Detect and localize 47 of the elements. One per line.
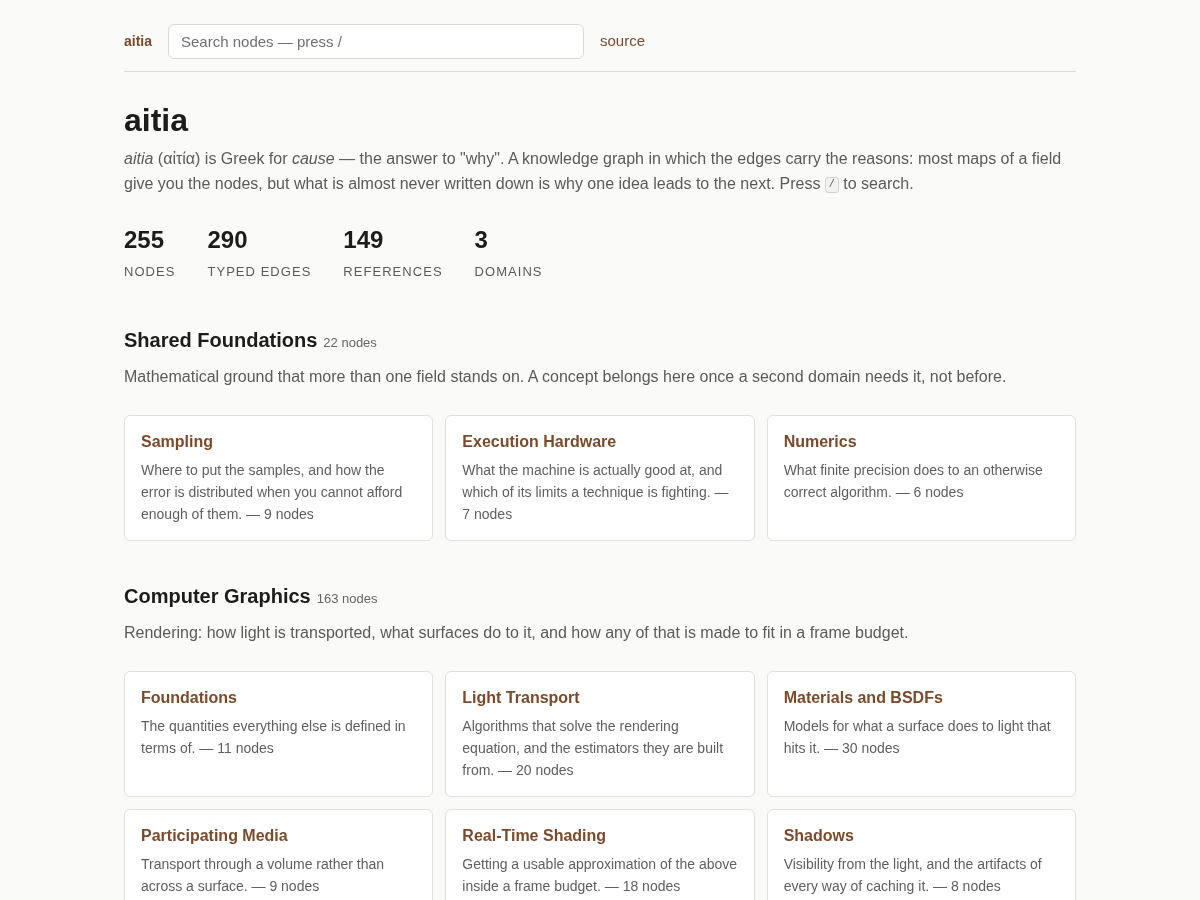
stat-label: REFERENCES: [343, 263, 443, 281]
card-title: Execution Hardware: [462, 432, 618, 452]
search-field[interactable]: Search nodes — press /: [168, 24, 584, 59]
stat-label: TYPED EDGES: [207, 263, 312, 281]
intro-text: aitia (αἰτία) is Greek for cause — the answer to "why". A knowledge graph in which the edges carry the reasons: most maps of a field give you the nodes, but what is almost never written down is why one idea leads to the next. Press / to search.: [124, 149, 1063, 195]
node-count: 22 nodes: [323, 334, 377, 352]
key-hint: /: [824, 176, 839, 193]
domain-card[interactable]: Materials and BSDFs Models for what a surface does to light that hits it. — 30 nodes: [766, 671, 1076, 797]
stat-value: 3: [474, 225, 489, 255]
card-title: Shadows: [783, 826, 855, 846]
card-title: Foundations: [141, 688, 238, 708]
domain-card[interactable]: Shadows Visibility from the light, and the artifacts of every way of caching it. — 8 nodes: [766, 809, 1076, 900]
page-title: aitia: [124, 101, 190, 140]
stat-value: 149: [343, 225, 385, 255]
domain-card[interactable]: Sampling Where to put the samples, and how the error is distributed when you cannot afford enough of them. — 9 nodes: [124, 415, 434, 541]
card-description: What finite precision does to an otherwise correct algorithm. — 6 nodes: [783, 461, 1044, 502]
card-description: Models for what a surface does to light that hits it. — 30 nodes: [783, 717, 1052, 758]
card-title: Real-Time Shading: [462, 826, 608, 846]
section-title: Shared Foundations: [124, 328, 318, 353]
section-description: Rendering: how light is transported, what surfaces do to it, and how any of that is made to fit in a frame budget.: [124, 623, 910, 643]
card-title: Sampling: [141, 432, 214, 452]
card-description: The quantities everything else is defined in terms of. — 11 nodes: [141, 717, 407, 758]
card-description: Getting a usable approximation of the above inside a frame budget. — 18 nodes: [462, 855, 738, 896]
section-description: Mathematical ground that more than one field stands on. A concept belongs here once a second domain needs it, not before.: [124, 367, 1008, 387]
card-title: Participating Media: [141, 826, 289, 846]
domain-card[interactable]: Real-Time Shading Getting a usable approximation of the above inside a frame budget. — 18 nodes: [445, 809, 755, 900]
card-description: Transport through a volume rather than across a surface. — 9 nodes: [141, 855, 386, 896]
card-title: Light Transport: [462, 688, 581, 708]
card-description: Algorithms that solve the rendering equation, and the estimators they are built from. — 20 nodes: [462, 717, 725, 780]
domain-card[interactable]: Numerics What finite precision does to an otherwise correct algorithm. — 6 nodes: [766, 415, 1076, 541]
card-title: Numerics: [783, 432, 858, 452]
card-description: What the machine is actually good at, and which of its limits a technique is fighting. — 7 nodes: [462, 461, 730, 524]
source-link[interactable]: source: [600, 30, 646, 53]
domain-card[interactable]: Participating Media Transport through a volume rather than across a surface. — 9 nodes: [124, 809, 434, 900]
card-title: Materials and BSDFs: [783, 688, 944, 708]
domain-card[interactable]: Light Transport Algorithms that solve the rendering equation, and the estimators they are built from. — 20 nodes: [445, 671, 755, 797]
stat-value: 290: [207, 225, 249, 255]
stat-value: 255: [124, 225, 166, 255]
domain-card[interactable]: Foundations The quantities everything else is defined in terms of. — 11 nodes: [124, 671, 434, 797]
domain-card[interactable]: Execution Hardware What the machine is actually good at, and which of its limits a technique is fighting. — 7 nodes: [445, 415, 755, 541]
stat-label: DOMAINS: [474, 263, 543, 281]
card-description: Visibility from the light, and the artifacts of every way of caching it. — 8 nodes: [783, 855, 1043, 896]
card-description: Where to put the samples, and how the error is distributed when you cannot afford enough of them. — 9 nodes: [141, 461, 404, 524]
node-count: 163 nodes: [316, 590, 378, 608]
stat-label: NODES: [124, 263, 176, 281]
brand-link[interactable]: aitia: [124, 31, 152, 52]
section-title: Computer Graphics: [124, 584, 311, 609]
